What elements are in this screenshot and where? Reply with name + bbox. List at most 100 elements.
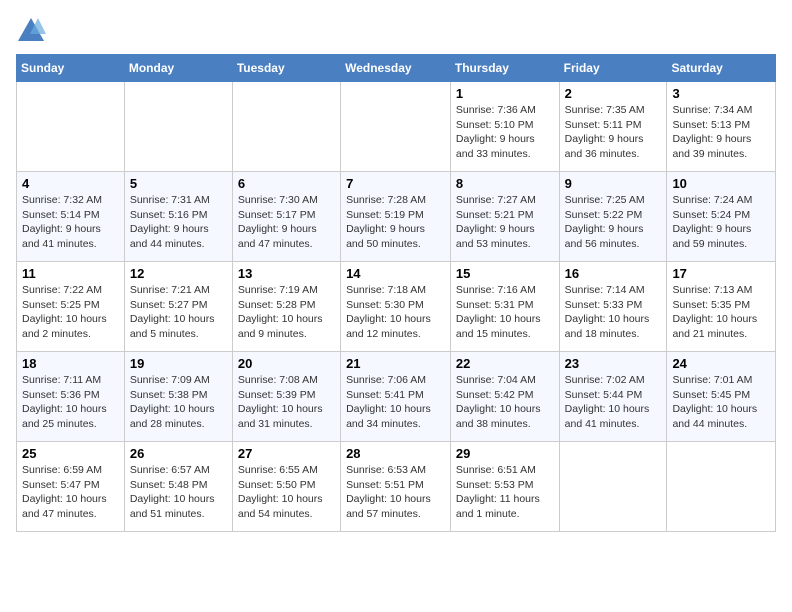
weekday-header-thursday: Thursday xyxy=(450,55,559,82)
day-number: 26 xyxy=(130,446,227,461)
calendar-day-cell: 19Sunrise: 7:09 AM Sunset: 5:38 PM Dayli… xyxy=(124,352,232,442)
calendar-day-cell: 21 Sunrise: 7:06 AM Sunset: 5:41 PM Dayli… xyxy=(341,352,451,442)
day-number: 20 xyxy=(238,356,335,371)
calendar-day-cell: 25 Sunrise: 6:59 AM Sunset: 5:47 PM Dayli… xyxy=(17,442,125,532)
day-info: Sunrise: 7:19 AM Sunset: 5:28 PM Dayligh… xyxy=(238,283,335,342)
day-info: Sunrise: 7:32 AM Sunset: 5:14 PM Dayligh… xyxy=(22,193,119,252)
day-info: Sunrise: 7:34 AM Sunset: 5:13 PM Dayligh… xyxy=(672,103,770,162)
calendar-day-cell: 23Sunrise: 7:02 AM Sunset: 5:44 PM Dayli… xyxy=(559,352,667,442)
calendar-day-cell: 5 Sunrise: 7:31 AM Sunset: 5:16 PM Daylig… xyxy=(124,172,232,262)
day-number: 12 xyxy=(130,266,227,281)
page-header xyxy=(16,16,776,46)
calendar-day-cell: 10 Sunrise: 7:24 AM Sunset: 5:24 PM Dayli… xyxy=(667,172,776,262)
day-number: 8 xyxy=(456,176,554,191)
calendar-table: SundayMondayTuesdayWednesdayThursdayFrid… xyxy=(16,54,776,532)
day-info: Sunrise: 7:25 AM Sunset: 5:22 PM Dayligh… xyxy=(565,193,662,252)
day-number: 23 xyxy=(565,356,662,371)
day-number: 9 xyxy=(565,176,662,191)
day-info: Sunrise: 7:21 AM Sunset: 5:27 PM Dayligh… xyxy=(130,283,227,342)
weekday-header-saturday: Saturday xyxy=(667,55,776,82)
day-info: Sunrise: 7:13 AM Sunset: 5:35 PM Dayligh… xyxy=(672,283,770,342)
day-number: 21 xyxy=(346,356,445,371)
calendar-week-row: 1 Sunrise: 7:36 AM Sunset: 5:10 PM Daylig… xyxy=(17,82,776,172)
calendar-day-cell: 22 Sunrise: 7:04 AM Sunset: 5:42 PM Dayli… xyxy=(450,352,559,442)
day-number: 1 xyxy=(456,86,554,101)
day-info: Sunrise: 6:53 AM Sunset: 5:51 PM Dayligh… xyxy=(346,463,445,522)
calendar-day-cell: 27 Sunrise: 6:55 AM Sunset: 5:50 PM Dayli… xyxy=(232,442,340,532)
calendar-day-cell: 18 Sunrise: 7:11 AM Sunset: 5:36 PM Dayli… xyxy=(17,352,125,442)
weekday-row: SundayMondayTuesdayWednesdayThursdayFrid… xyxy=(17,55,776,82)
day-info: Sunrise: 7:06 AM Sunset: 5:41 PM Dayligh… xyxy=(346,373,445,432)
calendar-day-cell: 9 Sunrise: 7:25 AM Sunset: 5:22 PM Daylig… xyxy=(559,172,667,262)
calendar-day-cell: 6Sunrise: 7:30 AM Sunset: 5:17 PM Daylig… xyxy=(232,172,340,262)
calendar-day-cell: 4 Sunrise: 7:32 AM Sunset: 5:14 PM Daylig… xyxy=(17,172,125,262)
weekday-header-friday: Friday xyxy=(559,55,667,82)
day-number: 4 xyxy=(22,176,119,191)
day-number: 13 xyxy=(238,266,335,281)
day-info: Sunrise: 7:11 AM Sunset: 5:36 PM Dayligh… xyxy=(22,373,119,432)
weekday-header-monday: Monday xyxy=(124,55,232,82)
calendar-week-row: 18 Sunrise: 7:11 AM Sunset: 5:36 PM Dayli… xyxy=(17,352,776,442)
calendar-day-cell: 8 Sunrise: 7:27 AM Sunset: 5:21 PM Daylig… xyxy=(450,172,559,262)
logo-icon xyxy=(16,16,46,46)
weekday-header-wednesday: Wednesday xyxy=(341,55,451,82)
day-number: 24 xyxy=(672,356,770,371)
day-number: 5 xyxy=(130,176,227,191)
calendar-day-cell: 29Sunrise: 6:51 AM Sunset: 5:53 PM Dayli… xyxy=(450,442,559,532)
day-number: 7 xyxy=(346,176,445,191)
day-number: 25 xyxy=(22,446,119,461)
day-number: 28 xyxy=(346,446,445,461)
calendar-day-cell: 17 Sunrise: 7:13 AM Sunset: 5:35 PM Dayli… xyxy=(667,262,776,352)
day-info: Sunrise: 7:27 AM Sunset: 5:21 PM Dayligh… xyxy=(456,193,554,252)
day-number: 15 xyxy=(456,266,554,281)
day-info: Sunrise: 7:31 AM Sunset: 5:16 PM Dayligh… xyxy=(130,193,227,252)
day-number: 14 xyxy=(346,266,445,281)
day-info: Sunrise: 7:09 AM Sunset: 5:38 PM Dayligh… xyxy=(130,373,227,432)
day-info: Sunrise: 7:18 AM Sunset: 5:30 PM Dayligh… xyxy=(346,283,445,342)
calendar-day-cell: 14 Sunrise: 7:18 AM Sunset: 5:30 PM Dayli… xyxy=(341,262,451,352)
day-info: Sunrise: 7:08 AM Sunset: 5:39 PM Dayligh… xyxy=(238,373,335,432)
weekday-header-sunday: Sunday xyxy=(17,55,125,82)
empty-day-cell xyxy=(232,82,340,172)
day-number: 18 xyxy=(22,356,119,371)
calendar-day-cell: 11Sunrise: 7:22 AM Sunset: 5:25 PM Dayli… xyxy=(17,262,125,352)
calendar-body: 1 Sunrise: 7:36 AM Sunset: 5:10 PM Daylig… xyxy=(17,82,776,532)
day-info: Sunrise: 7:28 AM Sunset: 5:19 PM Dayligh… xyxy=(346,193,445,252)
calendar-week-row: 11Sunrise: 7:22 AM Sunset: 5:25 PM Dayli… xyxy=(17,262,776,352)
calendar-day-cell: 15 Sunrise: 7:16 AM Sunset: 5:31 PM Dayli… xyxy=(450,262,559,352)
day-number: 16 xyxy=(565,266,662,281)
day-info: Sunrise: 7:01 AM Sunset: 5:45 PM Dayligh… xyxy=(672,373,770,432)
calendar-day-cell: 13 Sunrise: 7:19 AM Sunset: 5:28 PM Dayli… xyxy=(232,262,340,352)
day-info: Sunrise: 6:57 AM Sunset: 5:48 PM Dayligh… xyxy=(130,463,227,522)
calendar-day-cell: 28 Sunrise: 6:53 AM Sunset: 5:51 PM Dayli… xyxy=(341,442,451,532)
day-number: 2 xyxy=(565,86,662,101)
calendar-day-cell: 24 Sunrise: 7:01 AM Sunset: 5:45 PM Dayli… xyxy=(667,352,776,442)
day-info: Sunrise: 7:30 AM Sunset: 5:17 PM Dayligh… xyxy=(238,193,335,252)
day-number: 27 xyxy=(238,446,335,461)
day-number: 17 xyxy=(672,266,770,281)
day-info: Sunrise: 7:36 AM Sunset: 5:10 PM Dayligh… xyxy=(456,103,554,162)
weekday-header-tuesday: Tuesday xyxy=(232,55,340,82)
calendar-day-cell: 7 Sunrise: 7:28 AM Sunset: 5:19 PM Daylig… xyxy=(341,172,451,262)
calendar-day-cell: 3Sunrise: 7:34 AM Sunset: 5:13 PM Daylig… xyxy=(667,82,776,172)
day-info: Sunrise: 7:24 AM Sunset: 5:24 PM Dayligh… xyxy=(672,193,770,252)
day-number: 22 xyxy=(456,356,554,371)
calendar-week-row: 25 Sunrise: 6:59 AM Sunset: 5:47 PM Dayli… xyxy=(17,442,776,532)
calendar-day-cell: 16 Sunrise: 7:14 AM Sunset: 5:33 PM Dayli… xyxy=(559,262,667,352)
day-info: Sunrise: 7:14 AM Sunset: 5:33 PM Dayligh… xyxy=(565,283,662,342)
empty-day-cell xyxy=(559,442,667,532)
calendar-day-cell: 12 Sunrise: 7:21 AM Sunset: 5:27 PM Dayli… xyxy=(124,262,232,352)
calendar-day-cell: 26 Sunrise: 6:57 AM Sunset: 5:48 PM Dayli… xyxy=(124,442,232,532)
calendar-header: SundayMondayTuesdayWednesdayThursdayFrid… xyxy=(17,55,776,82)
empty-day-cell xyxy=(341,82,451,172)
calendar-day-cell: 20 Sunrise: 7:08 AM Sunset: 5:39 PM Dayli… xyxy=(232,352,340,442)
day-info: Sunrise: 6:59 AM Sunset: 5:47 PM Dayligh… xyxy=(22,463,119,522)
day-number: 10 xyxy=(672,176,770,191)
day-info: Sunrise: 7:16 AM Sunset: 5:31 PM Dayligh… xyxy=(456,283,554,342)
day-info: Sunrise: 7:04 AM Sunset: 5:42 PM Dayligh… xyxy=(456,373,554,432)
empty-day-cell xyxy=(124,82,232,172)
empty-day-cell xyxy=(17,82,125,172)
calendar-week-row: 4 Sunrise: 7:32 AM Sunset: 5:14 PM Daylig… xyxy=(17,172,776,262)
day-number: 11 xyxy=(22,266,119,281)
day-info: Sunrise: 6:55 AM Sunset: 5:50 PM Dayligh… xyxy=(238,463,335,522)
